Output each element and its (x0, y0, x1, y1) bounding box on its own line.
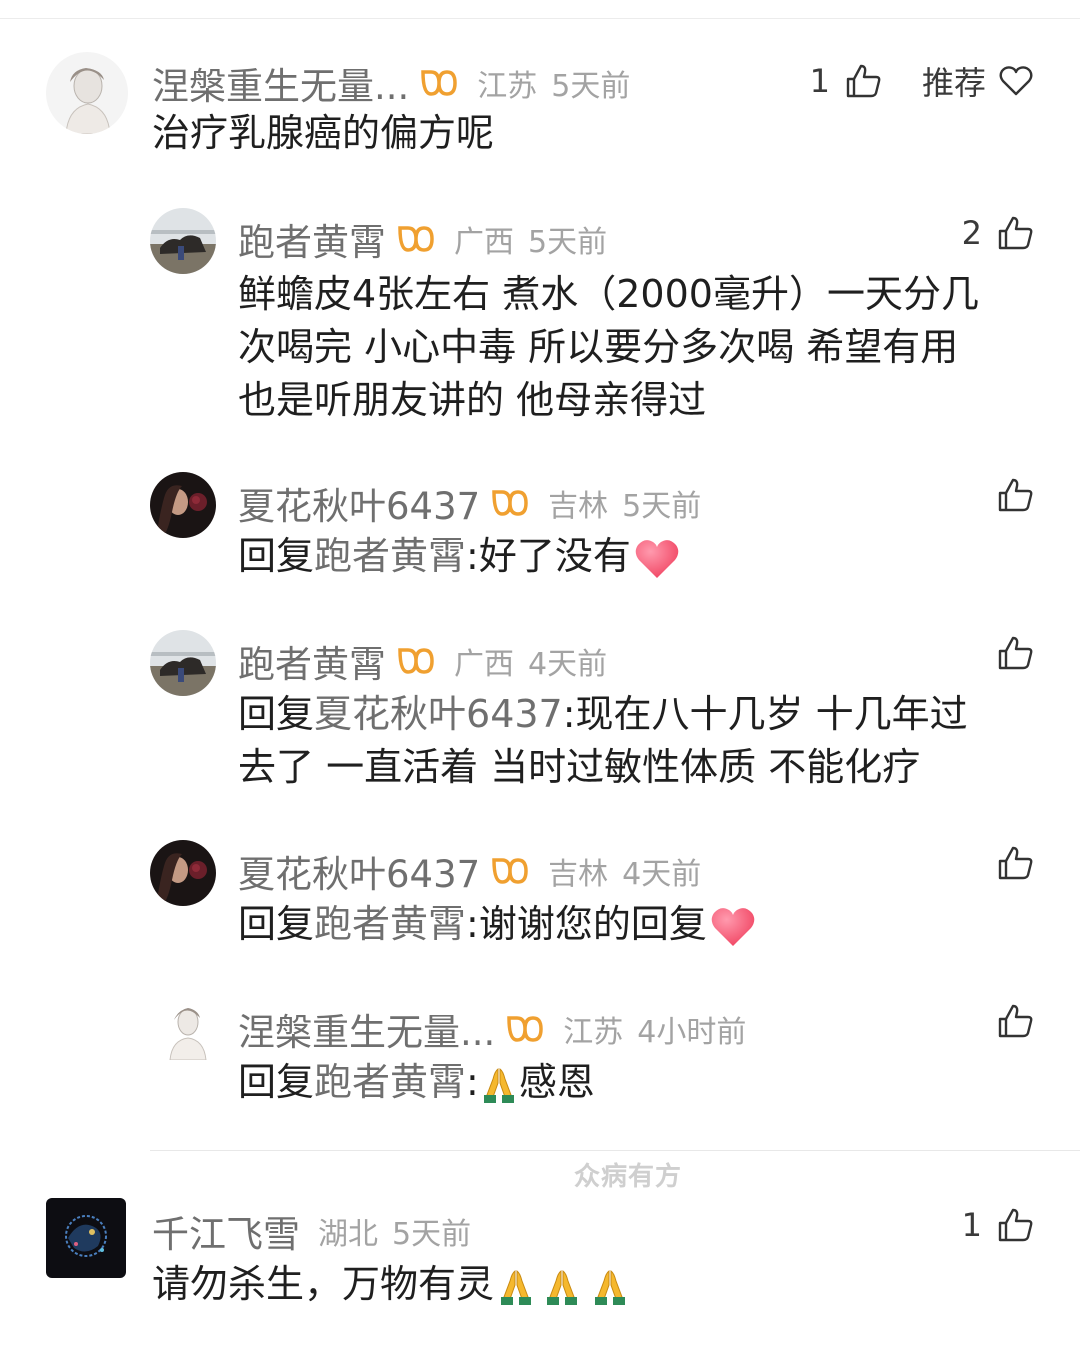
section-divider (150, 1150, 1080, 1151)
heart-emoji (635, 539, 679, 578)
vip-badge-icon (398, 226, 434, 252)
location: 广西 (454, 647, 514, 682)
reply-prefix: 回复 (238, 534, 315, 578)
reply-text: :谢谢您的回复 (466, 902, 707, 946)
timestamp: 5天前 (622, 489, 702, 524)
comment-text: 回复夏花秋叶6437:现在八十几岁 十几年过 去了 一直活着 当时过敏性体质 不… (238, 688, 968, 794)
comment-text: 回复跑者黄霄:谢谢您的回复 (238, 898, 757, 951)
comment-actions: 2 (962, 214, 1034, 252)
comment-text: 回复跑者黄霄: 感恩 (238, 1056, 595, 1109)
vip-badge-icon (421, 70, 458, 96)
username[interactable]: 跑者黄霄 (238, 212, 386, 266)
mention-link[interactable]: 跑者黄霄 (314, 1060, 466, 1104)
vip-badge-icon (492, 490, 528, 516)
comment-actions (996, 1002, 1034, 1040)
location: 吉林 (548, 489, 609, 524)
recommend-label[interactable]: 推荐 (922, 58, 986, 104)
location: 广西 (454, 225, 514, 260)
heart-outline-icon[interactable] (998, 65, 1034, 97)
like-icon[interactable] (996, 214, 1034, 252)
like-icon[interactable] (996, 476, 1034, 514)
comment-actions: 1 (962, 1206, 1034, 1244)
username[interactable]: 涅槃重生无量... (238, 1002, 495, 1056)
comment-actions (996, 634, 1034, 672)
pray-emoji (501, 1269, 532, 1305)
vip-badge-icon (507, 1016, 544, 1042)
vip-badge-icon (398, 648, 434, 674)
like-icon[interactable] (996, 1206, 1034, 1244)
avatar[interactable] (150, 208, 216, 274)
comment-line: 也是听朋友讲的 他母亲得过 (238, 378, 707, 422)
avatar[interactable] (150, 630, 216, 696)
comment-line: 去了 一直活着 当时过敏性体质 不能化疗 (238, 745, 921, 789)
comment-actions (996, 476, 1034, 514)
comment-actions (996, 844, 1034, 882)
username[interactable]: 涅槃重生无量... (152, 56, 409, 110)
like-count: 1 (809, 62, 830, 100)
comment-content: 请勿杀生，万物有灵 (152, 1262, 495, 1306)
like-icon[interactable] (996, 1002, 1034, 1040)
pray-emoji (595, 1269, 626, 1305)
pray-emoji (483, 1067, 514, 1103)
like-count: 1 (961, 1206, 982, 1244)
comment-text: 鲜蟾皮4张左右 煮水（2000毫升）一天分几 次喝完 小心中毒 所以要分多次喝 … (238, 268, 979, 427)
avatar[interactable] (158, 998, 214, 1060)
comment-text: 回复跑者黄霄:好了没有 (238, 530, 681, 583)
username[interactable]: 千江飞雪 (152, 1204, 300, 1258)
timestamp: 5天前 (392, 1217, 472, 1252)
watermark: 众病有方 (574, 1162, 683, 1192)
location: 湖北 (318, 1217, 378, 1252)
mention-link[interactable]: 跑者黄霄 (314, 534, 466, 578)
comment-line: 次喝完 小心中毒 所以要分多次喝 希望有用 (238, 325, 959, 369)
avatar[interactable] (46, 52, 128, 134)
mention-link[interactable]: 跑者黄霄 (314, 902, 466, 946)
like-count: 2 (961, 214, 982, 252)
username[interactable]: 跑者黄霄 (238, 634, 386, 688)
comment-actions: 1 推荐 (810, 58, 1034, 104)
vip-badge-icon (492, 858, 528, 884)
timestamp: 4天前 (622, 857, 702, 892)
comment-text: 治疗乳腺癌的偏方呢 (152, 111, 495, 155)
username[interactable]: 夏花秋叶6437 (238, 476, 480, 530)
mention-link[interactable]: 夏花秋叶6437 (314, 692, 563, 736)
like-icon[interactable] (996, 634, 1034, 672)
avatar[interactable] (150, 840, 216, 906)
like-icon[interactable] (996, 844, 1034, 882)
heart-emoji (711, 907, 755, 946)
avatar[interactable] (150, 472, 216, 538)
comment-line: 鲜蟾皮4张左右 煮水（2000毫升）一天分几 (238, 272, 979, 316)
avatar[interactable] (46, 1198, 126, 1278)
comment-text: 请勿杀生，万物有灵 (152, 1258, 634, 1311)
location: 江苏 (563, 1015, 624, 1050)
timestamp: 5天前 (528, 225, 608, 260)
pray-emoji (547, 1269, 578, 1305)
location: 吉林 (548, 857, 609, 892)
colon: : (466, 1060, 479, 1104)
reply-prefix: 回复 (238, 1060, 315, 1104)
like-icon[interactable] (844, 62, 882, 100)
reply-prefix: 回复 (238, 902, 315, 946)
reply-text: 感恩 (518, 1060, 595, 1104)
reply-text: :好了没有 (466, 534, 631, 578)
timestamp: 4小时前 (637, 1015, 747, 1050)
location: 江苏 (477, 69, 538, 104)
timestamp: 5天前 (551, 69, 631, 104)
reply-text: :现在八十几岁 十几年过 (562, 692, 968, 736)
top-divider (0, 18, 1080, 19)
timestamp: 4天前 (528, 647, 608, 682)
reply-prefix: 回复 (238, 692, 315, 736)
comment-line: 回复夏花秋叶6437:现在八十几岁 十几年过 (238, 688, 968, 741)
username[interactable]: 夏花秋叶6437 (238, 844, 480, 898)
